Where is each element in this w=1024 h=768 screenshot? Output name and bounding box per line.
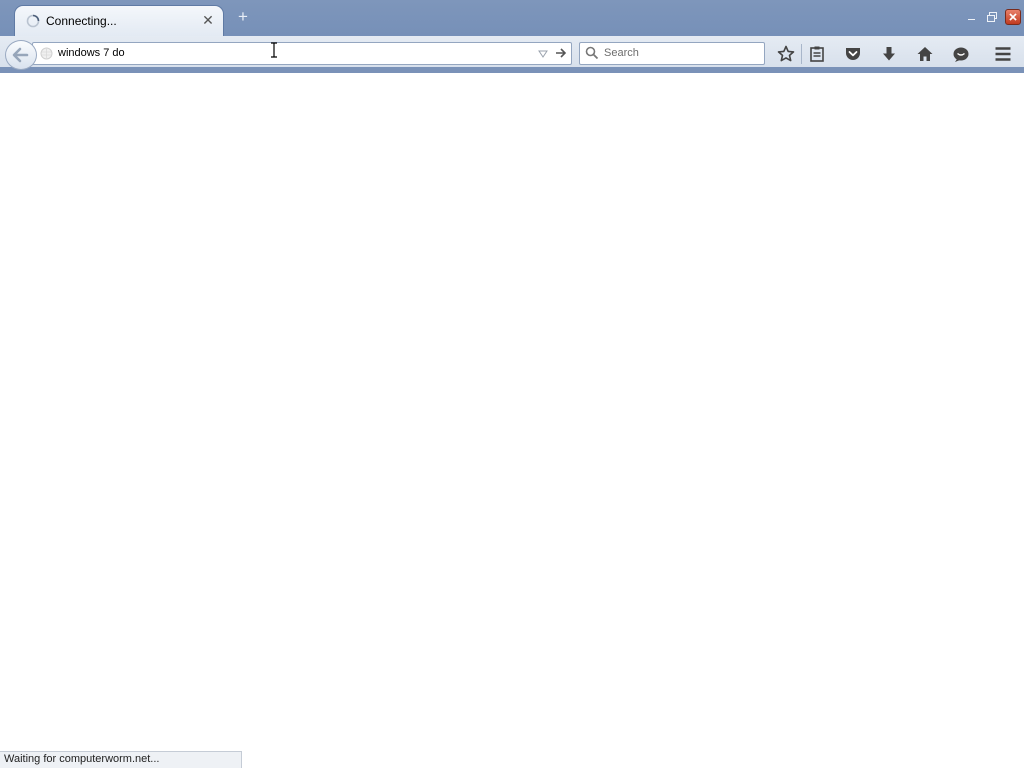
download-icon[interactable]: [879, 44, 899, 64]
search-icon: [585, 46, 599, 60]
chat-icon[interactable]: [951, 44, 971, 64]
hamburger-menu-icon[interactable]: [993, 44, 1013, 64]
search-input[interactable]: [604, 43, 760, 64]
globe-icon: [40, 47, 53, 60]
close-icon[interactable]: [1005, 9, 1021, 25]
tab-close-icon[interactable]: ✕: [201, 12, 215, 28]
text-cursor-icon: [271, 42, 277, 58]
restore-icon[interactable]: [986, 11, 998, 23]
back-arrow-icon: [12, 47, 29, 63]
pocket-icon[interactable]: [843, 44, 863, 64]
reading-list-icon[interactable]: [807, 44, 827, 64]
url-input[interactable]: [58, 43, 528, 64]
bookmark-star-icon[interactable]: [776, 44, 796, 64]
home-icon[interactable]: [915, 44, 935, 64]
status-text: Waiting for computerworm.net...: [4, 753, 160, 765]
dropdown-arrow-icon[interactable]: [537, 48, 549, 60]
tab-connecting[interactable]: Connecting... ✕: [14, 5, 224, 36]
new-tab-button[interactable]: +: [234, 8, 252, 26]
status-bar: Waiting for computerworm.net...: [0, 751, 242, 768]
loading-throbber-icon: [26, 14, 40, 28]
toolbar-separator: [801, 44, 802, 64]
page-content[interactable]: [0, 73, 1024, 768]
go-arrow-icon[interactable]: [554, 46, 568, 60]
back-button[interactable]: [5, 40, 37, 70]
tab-title: Connecting...: [46, 14, 117, 28]
minimize-icon[interactable]: [966, 11, 978, 21]
title-bar: Connecting... ✕ +: [0, 0, 1024, 36]
